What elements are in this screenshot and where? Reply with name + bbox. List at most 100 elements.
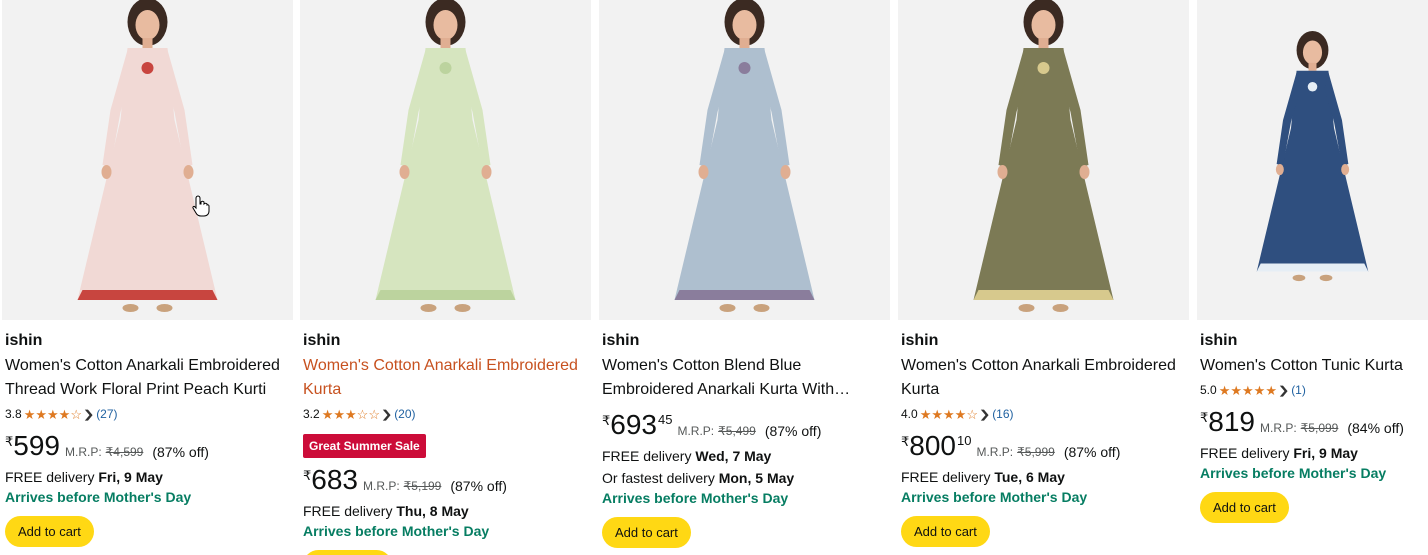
star-rating[interactable]: ★ ★ ★ ★ ☆ (920, 408, 978, 421)
star-icon: ★ (1265, 382, 1277, 398)
mrp-price: ₹5,199 (403, 479, 442, 493)
add-to-cart-button[interactable]: Add to cart (1200, 492, 1289, 523)
add-to-cart-button[interactable]: Add to cart (602, 517, 691, 548)
star-icon: ☆ (966, 406, 978, 422)
model-illustration (2, 0, 293, 320)
product-title-link[interactable]: Women's Cotton Anarkali Embroidered Thre… (5, 354, 290, 402)
delivery-date: Fri, 9 May (1293, 445, 1358, 461)
currency-symbol: ₹ (5, 434, 14, 449)
rating-value: 5.0 (1200, 383, 1217, 397)
add-to-cart-button[interactable]: Add to cart (5, 516, 94, 547)
currency-symbol: ₹ (602, 413, 611, 428)
star-icon: ★ (333, 406, 345, 422)
rating-row[interactable]: 3.2 ★ ★ ★ ☆ ☆ ❯ (20) (303, 404, 588, 424)
product-info: ishin Women's Cotton Anarkali Embroidere… (898, 331, 1189, 547)
star-icon: ★ (1218, 382, 1231, 398)
delivery-prefix: FREE delivery (5, 469, 95, 485)
product-info: ishin Women's Cotton Anarkali Embroidere… (300, 331, 591, 555)
review-count-link[interactable]: (1) (1291, 383, 1306, 397)
star-icon: ★ (931, 406, 943, 422)
delivery-date: Fri, 9 May (98, 469, 163, 485)
discount-percent: (87% off) (450, 478, 507, 494)
product-image[interactable] (1197, 0, 1428, 320)
rating-row[interactable]: 4.0 ★ ★ ★ ★ ☆ ❯ (16) (901, 404, 1186, 424)
currency-symbol: ₹ (901, 434, 910, 449)
product-title-link[interactable]: Women's Cotton Anarkali Embroidered Kurt… (901, 354, 1186, 402)
rating-value: 3.2 (303, 407, 320, 421)
delivery-date: Tue, 6 May (994, 469, 1065, 485)
product-image[interactable] (300, 0, 591, 320)
delivery-prefix: FREE delivery (602, 448, 692, 464)
delivery-prefix: FREE delivery (1200, 445, 1290, 461)
price-whole: 693 (610, 409, 657, 440)
delivery-prefix: FREE delivery (901, 469, 991, 485)
mrp-label: M.R.P: (65, 445, 102, 459)
product-image[interactable] (898, 0, 1189, 320)
price-block[interactable]: ₹ 693 45 M.R.P: ₹5,499 (87% off) (602, 410, 887, 444)
mrp-price: ₹5,499 (718, 424, 756, 438)
price-block[interactable]: ₹ 683 M.R.P: ₹5,199 (87% off) (303, 465, 588, 499)
star-rating[interactable]: ★ ★ ★ ☆ ☆ (322, 408, 380, 421)
product-card: ishin Women's Cotton Anarkali Embroidere… (300, 0, 591, 555)
deal-badge: Great Summer Sale (303, 434, 426, 458)
product-card: ishin Women's Cotton Anarkali Embroidere… (898, 0, 1189, 555)
review-count-link[interactable]: (16) (992, 407, 1013, 421)
chevron-down-icon[interactable]: ❯ (381, 408, 393, 421)
fastest-prefix: Or fastest delivery (602, 470, 715, 486)
star-icon: ★ (47, 406, 59, 422)
star-icon: ★ (1253, 382, 1266, 398)
price-whole: 800 (909, 430, 956, 461)
rating-row[interactable]: 3.8 ★ ★ ★ ★ ☆ ❯ (27) (5, 404, 290, 424)
chevron-down-icon[interactable]: ❯ (1278, 384, 1290, 397)
price-whole: 599 (13, 430, 60, 461)
add-to-cart-button[interactable]: Add to cart (901, 516, 990, 547)
product-title-link[interactable]: Women's Cotton Anarkali Embroidered Kurt… (303, 354, 588, 402)
product-title-link[interactable]: Women's Cotton Tunic Kurta (1200, 354, 1425, 378)
star-icon: ★ (35, 406, 47, 422)
delivery-date: Wed, 7 May (695, 448, 772, 464)
product-grid: ishin Women's Cotton Anarkali Embroidere… (0, 0, 1428, 555)
review-count-link[interactable]: (27) (96, 407, 117, 421)
star-icon: ★ (58, 406, 71, 422)
price-fraction: 45 (658, 412, 673, 427)
star-rating[interactable]: ★ ★ ★ ★ ☆ (24, 408, 82, 421)
product-image[interactable] (599, 0, 890, 320)
star-icon: ★ (345, 406, 357, 422)
promo-text: Arrives before Mother's Day (901, 489, 1088, 505)
product-card: ishin Women's Cotton Tunic Kurta 5.0 ★ ★ ★… (1197, 0, 1428, 555)
delivery-info: FREE delivery Fri, 9 May (5, 467, 290, 487)
discount-percent: (87% off) (764, 423, 822, 439)
brand-name: ishin (5, 332, 43, 349)
product-info: ishin Women's Cotton Anarkali Embroidere… (2, 331, 293, 547)
chevron-down-icon[interactable]: ❯ (979, 408, 991, 421)
rating-value: 4.0 (901, 407, 918, 421)
rating-row[interactable]: 5.0 ★ ★ ★ ★ ★ ❯ (1) (1200, 380, 1425, 400)
star-icon: ☆ (356, 406, 369, 422)
promo-text: Arrives before Mother's Day (602, 490, 789, 506)
star-icon: ★ (1242, 382, 1254, 398)
chevron-down-icon[interactable]: ❯ (83, 408, 95, 421)
fastest-date: Mon, 5 May (718, 470, 795, 486)
hand-pointer-icon (192, 195, 210, 217)
price-block[interactable]: ₹ 800 10 M.R.P: ₹5,999 (87% off) (901, 431, 1186, 465)
product-card: ishin Women's Cotton Anarkali Embroidere… (2, 0, 293, 555)
star-rating[interactable]: ★ ★ ★ ★ ★ (1219, 384, 1277, 397)
delivery-info: FREE delivery Thu, 8 May (303, 501, 588, 521)
add-to-cart-button[interactable]: Add to cart (303, 550, 392, 555)
mrp-label: M.R.P: (976, 445, 1014, 459)
review-count-link[interactable]: (20) (394, 407, 415, 421)
product-card: ishin Women's Cotton Blend Blue Embroide… (599, 0, 890, 555)
delivery-info: FREE delivery Tue, 6 May (901, 467, 1186, 487)
price-block[interactable]: ₹ 819 M.R.P: ₹5,099 (84% off) (1200, 407, 1425, 441)
price-whole: 683 (311, 464, 358, 495)
currency-symbol: ₹ (303, 468, 312, 483)
price-fraction: 10 (957, 433, 972, 448)
model-illustration (898, 0, 1189, 320)
promo-text: Arrives before Mother's Day (5, 489, 192, 505)
discount-percent: (87% off) (152, 444, 209, 460)
product-image[interactable] (2, 0, 293, 320)
delivery-info: FREE delivery Wed, 7 May (602, 446, 887, 466)
star-icon: ★ (954, 406, 967, 422)
price-block[interactable]: ₹ 599 M.R.P: ₹4,599 (87% off) (5, 431, 290, 465)
product-title-link[interactable]: Women's Cotton Blend Blue Embroidered An… (602, 354, 887, 402)
